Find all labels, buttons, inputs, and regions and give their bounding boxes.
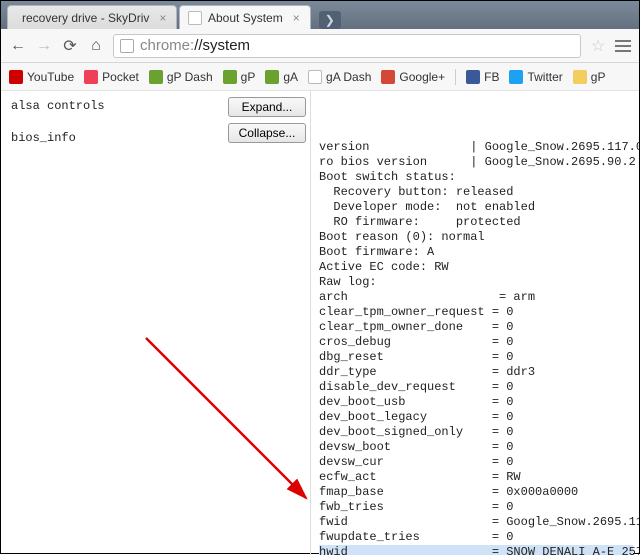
bookmark-label: YouTube bbox=[27, 70, 74, 84]
bios-line: arch = arm bbox=[319, 290, 535, 304]
bios-line: ro bios version | Google_Snow.2695.90.2 bbox=[319, 155, 636, 169]
bios-line: RO firmware: protected bbox=[319, 215, 521, 229]
close-icon[interactable]: × bbox=[293, 11, 300, 25]
facebook-icon bbox=[466, 70, 480, 84]
youtube-icon bbox=[9, 70, 23, 84]
googleplus-icon bbox=[381, 70, 395, 84]
bios-line: clear_tpm_owner_request = 0 bbox=[319, 305, 513, 319]
bios-line: dbg_reset = 0 bbox=[319, 350, 513, 364]
url-path: //system bbox=[194, 37, 250, 54]
bookmark-twitter[interactable]: Twitter bbox=[509, 70, 562, 84]
tab-title: About System bbox=[208, 11, 283, 25]
bios-line: Recovery button: released bbox=[319, 185, 513, 199]
key-list-sidebar: alsa controls bios_info bbox=[1, 91, 221, 555]
bookmark-label: gA bbox=[283, 70, 298, 84]
bios-line: fwupdate_tries = 0 bbox=[319, 530, 513, 544]
bios-line: fmap_base = 0x000a0000 bbox=[319, 485, 578, 499]
collapse-button[interactable]: Collapse... bbox=[228, 123, 306, 143]
bookmark-gp[interactable]: gP bbox=[223, 70, 256, 84]
bios-line: clear_tpm_owner_done = 0 bbox=[319, 320, 513, 334]
bookmark-fb[interactable]: FB bbox=[466, 70, 499, 84]
bios-line: dev_boot_usb = 0 bbox=[319, 395, 513, 409]
bios-info-detail[interactable]: version | Google_Snow.2695.117.0 ro bios… bbox=[311, 91, 639, 555]
page-icon bbox=[188, 11, 202, 25]
tab-recovery-drive[interactable]: recovery drive - SkyDriv × bbox=[7, 5, 177, 29]
bookmark-label: Twitter bbox=[527, 70, 562, 84]
back-button[interactable]: ← bbox=[9, 37, 27, 55]
bookmark-label: gP bbox=[241, 70, 256, 84]
toolbar: ← → ⟳ ⌂ chrome://system ☆ bbox=[1, 29, 639, 63]
bios-line: cros_debug = 0 bbox=[319, 335, 513, 349]
sidebar-item-alsa-controls[interactable]: alsa controls bbox=[11, 95, 211, 127]
bios-line: Boot switch status: bbox=[319, 170, 456, 184]
bookmark-separator bbox=[455, 69, 456, 85]
ga-icon bbox=[308, 70, 322, 84]
bookmark-star-icon[interactable]: ☆ bbox=[589, 37, 607, 55]
chrome-menu-button[interactable] bbox=[615, 40, 631, 52]
bookmark-label: Google+ bbox=[399, 70, 445, 84]
close-icon[interactable]: × bbox=[159, 11, 166, 25]
bookmark-gp-dash[interactable]: gP Dash bbox=[149, 70, 213, 84]
system-page: alsa controls bios_info Expand... Collap… bbox=[1, 91, 639, 555]
bios-line: ecfw_act = RW bbox=[319, 470, 521, 484]
bookmark-pocket[interactable]: Pocket bbox=[84, 70, 139, 84]
tab-title: recovery drive - SkyDriv bbox=[22, 11, 149, 25]
sidebar-item-bios-info[interactable]: bios_info bbox=[11, 127, 211, 159]
bios-line: Boot reason (0): normal bbox=[319, 230, 485, 244]
bios-line: devsw_cur = 0 bbox=[319, 455, 513, 469]
home-button[interactable]: ⌂ bbox=[87, 37, 105, 55]
tab-about-system[interactable]: About System × bbox=[179, 5, 311, 29]
bios-line: dev_boot_legacy = 0 bbox=[319, 410, 513, 424]
gp-icon bbox=[149, 70, 163, 84]
bookmark-label: gP bbox=[591, 70, 606, 84]
gp-icon bbox=[223, 70, 237, 84]
bios-line: fwb_tries = 0 bbox=[319, 500, 513, 514]
pocket-icon bbox=[84, 70, 98, 84]
bios-line: disable_dev_request = 0 bbox=[319, 380, 513, 394]
bookmark-label: gA Dash bbox=[326, 70, 371, 84]
bookmark-google-plus[interactable]: Google+ bbox=[381, 70, 445, 84]
bios-line: Boot firmware: A bbox=[319, 245, 434, 259]
bios-line: dev_boot_signed_only = 0 bbox=[319, 425, 513, 439]
bios-line: devsw_boot = 0 bbox=[319, 440, 513, 454]
button-column: Expand... Collapse... bbox=[221, 91, 311, 555]
bookmark-label: FB bbox=[484, 70, 499, 84]
tab-strip: recovery drive - SkyDriv × About System … bbox=[1, 1, 639, 29]
bookmark-ga[interactable]: gA bbox=[265, 70, 298, 84]
ga-icon bbox=[265, 70, 279, 84]
bookmark-label: gP Dash bbox=[167, 70, 213, 84]
page-icon bbox=[120, 39, 134, 53]
bios-line: fwid = Google_Snow.2695.117.0 bbox=[319, 515, 639, 529]
bookmark-label: Pocket bbox=[102, 70, 139, 84]
bookmark-ga-dash[interactable]: gA Dash bbox=[308, 70, 371, 84]
forward-button[interactable]: → bbox=[35, 37, 53, 55]
folder-icon bbox=[573, 70, 587, 84]
reload-button[interactable]: ⟳ bbox=[61, 37, 79, 55]
url-scheme: chrome: bbox=[140, 37, 194, 54]
bios-line: Developer mode: not enabled bbox=[319, 200, 535, 214]
bookmark-folder-gp[interactable]: gP bbox=[573, 70, 606, 84]
bios-line: Raw log: bbox=[319, 275, 377, 289]
bios-line: ddr_type = ddr3 bbox=[319, 365, 535, 379]
bios-line: Active EC code: RW bbox=[319, 260, 449, 274]
bookmarks-bar: YouTube Pocket gP Dash gP gA gA Dash Goo… bbox=[1, 63, 639, 91]
twitter-icon bbox=[509, 70, 523, 84]
bios-line: version | Google_Snow.2695.117.0 bbox=[319, 140, 639, 154]
bookmark-youtube[interactable]: YouTube bbox=[9, 70, 74, 84]
omnibox[interactable]: chrome://system bbox=[113, 34, 581, 58]
new-tab-button[interactable]: ❯ bbox=[319, 11, 341, 29]
expand-button[interactable]: Expand... bbox=[228, 97, 306, 117]
